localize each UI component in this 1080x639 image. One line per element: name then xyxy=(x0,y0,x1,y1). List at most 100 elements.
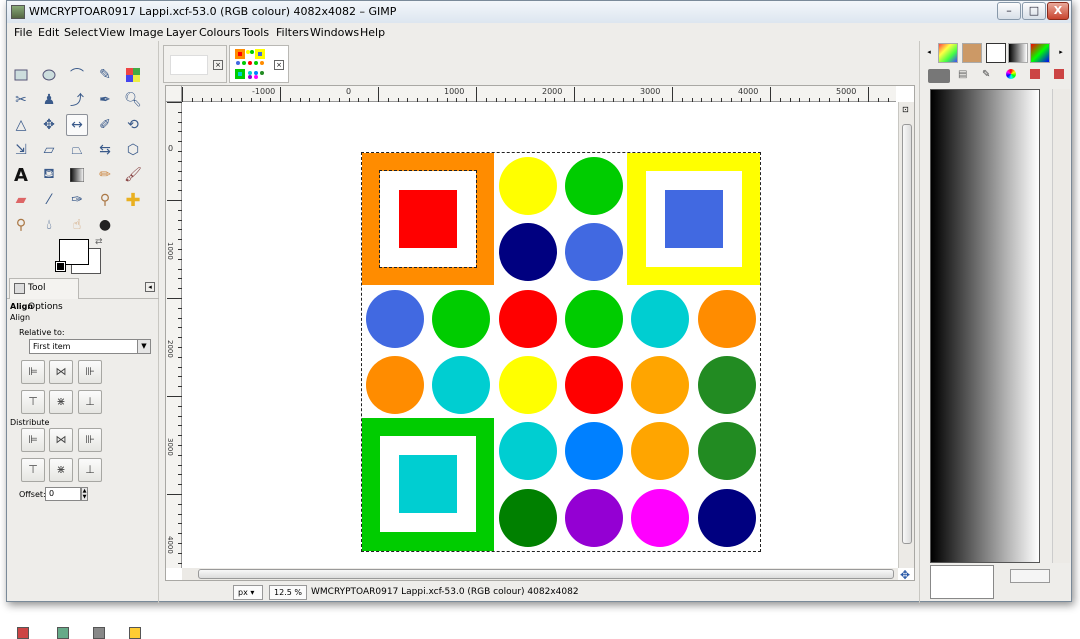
distribute-center-button[interactable]: ⋈ xyxy=(49,428,73,452)
eraser-tool-icon[interactable]: ▰ xyxy=(10,189,32,211)
rotate-tool-icon[interactable]: ⟲ xyxy=(122,114,144,136)
align-right-edge-button[interactable]: ⊪ xyxy=(78,360,102,384)
color-tab-icon[interactable] xyxy=(1006,69,1016,79)
dodge-burn-tool-icon[interactable]: ● xyxy=(94,214,116,236)
menu-help[interactable]: Help xyxy=(360,26,385,39)
horizontal-ruler[interactable]: -1000 0 1000 2000 3000 4000 5000 xyxy=(182,86,896,102)
palettes-tab-icon[interactable] xyxy=(1030,43,1050,63)
circle-shape[interactable] xyxy=(498,422,557,481)
circle-shape[interactable] xyxy=(564,223,623,282)
image-tab-2[interactable]: × xyxy=(229,45,289,83)
clone-tool-icon[interactable]: ⚲ xyxy=(94,189,116,211)
circle-shape[interactable] xyxy=(631,289,690,348)
align-left-edge-button[interactable]: ⊫ xyxy=(21,360,45,384)
circle-shape[interactable] xyxy=(432,289,491,348)
orange-square-frame[interactable] xyxy=(362,153,494,285)
circle-shape[interactable] xyxy=(564,289,623,348)
paths-tool-icon[interactable]: ⤴ xyxy=(66,89,88,111)
zoom-lock-icon[interactable]: ⊡ xyxy=(902,105,909,114)
rect-select-tool-icon[interactable] xyxy=(10,64,32,86)
circle-shape[interactable] xyxy=(697,422,756,481)
default-colors-icon[interactable] xyxy=(55,261,66,272)
align-top-edge-button[interactable]: ⊤ xyxy=(21,390,45,414)
menu-windows[interactable]: Windows xyxy=(310,26,359,39)
circle-shape[interactable] xyxy=(366,289,424,348)
vertical-scrollbar[interactable]: ⊡ xyxy=(898,102,914,568)
image-layer[interactable] xyxy=(361,152,761,552)
menu-edit[interactable]: Edit xyxy=(38,26,59,39)
blend-tool-icon[interactable] xyxy=(66,164,88,186)
flip-tool-icon[interactable]: ⇆ xyxy=(94,139,116,161)
circle-shape[interactable] xyxy=(564,488,623,547)
circle-shape[interactable] xyxy=(564,422,623,481)
brushes-tab-icon[interactable] xyxy=(962,43,982,63)
dock-action-button[interactable] xyxy=(1010,569,1050,583)
pencil-tool-icon[interactable]: ✏ xyxy=(94,164,116,186)
tab-close-icon[interactable]: × xyxy=(213,60,223,70)
vertical-ruler[interactable]: 0 1000 2000 3000 4000 xyxy=(166,102,182,568)
brush-tab-icon[interactable]: ✎ xyxy=(982,69,990,80)
measure-tool-icon[interactable]: △ xyxy=(10,114,32,136)
free-select-tool-icon[interactable]: ⌒ xyxy=(66,64,88,86)
swatch-tab-icon-2[interactable] xyxy=(1054,69,1064,79)
distribute-left-button[interactable]: ⊫ xyxy=(21,428,45,452)
circle-shape[interactable] xyxy=(498,157,557,215)
circle-shape[interactable] xyxy=(564,157,623,215)
canvas-area[interactable] xyxy=(182,102,898,568)
green-square-frame[interactable] xyxy=(362,418,494,551)
menu-colours[interactable]: Colours xyxy=(199,26,240,39)
scale-tool-icon[interactable]: ⇲ xyxy=(10,139,32,161)
circle-shape[interactable] xyxy=(432,355,491,414)
dock-right-arrow-icon[interactable]: ▸ xyxy=(1056,48,1066,58)
move-tool-icon[interactable]: ✥ xyxy=(38,114,60,136)
circle-shape[interactable] xyxy=(631,488,690,547)
text-tool-icon[interactable]: A xyxy=(10,164,32,186)
unit-selector[interactable]: px ▾ xyxy=(233,585,263,600)
circle-shape[interactable] xyxy=(697,355,756,414)
align-bottom-edge-button[interactable]: ⊥ xyxy=(78,390,102,414)
blur-tool-icon[interactable]: 💧︎ xyxy=(38,214,60,236)
zoom-selector[interactable]: 12.5 % xyxy=(269,585,307,600)
vertical-scroll-thumb[interactable] xyxy=(902,124,912,544)
distribute-top-button[interactable]: ⊤ xyxy=(21,458,45,482)
circle-shape[interactable] xyxy=(498,355,557,414)
ink-tool-icon[interactable]: ✑ xyxy=(66,189,88,211)
offset-input[interactable]: 0 xyxy=(45,487,81,501)
cage-transform-tool-icon[interactable]: ⬡ xyxy=(122,139,144,161)
shear-tool-icon[interactable]: ▱ xyxy=(38,139,60,161)
fg-bg-color-swatch[interactable]: ⇄ xyxy=(55,237,105,275)
circle-shape[interactable] xyxy=(498,488,557,547)
layers-tab-icon[interactable] xyxy=(986,43,1006,63)
circle-shape[interactable] xyxy=(366,355,424,414)
ruler-corner[interactable] xyxy=(166,86,182,102)
paintbrush-tool-icon[interactable]: 🖌︎ xyxy=(122,164,144,186)
align-middle-vertical-button[interactable]: ⋇ xyxy=(49,390,73,414)
yellow-square-frame[interactable] xyxy=(627,153,760,285)
dock-left-arrow-icon[interactable]: ◂ xyxy=(924,48,934,58)
airbrush-tool-icon[interactable]: ⁄ xyxy=(38,189,60,211)
maximize-button[interactable]: □ xyxy=(1022,2,1046,20)
relative-to-dropdown[interactable]: First item ▼ xyxy=(29,339,151,354)
horizontal-scroll-thumb[interactable] xyxy=(198,569,894,579)
patterns-tab-icon[interactable] xyxy=(938,43,958,63)
gradients-tab-icon[interactable] xyxy=(1008,43,1028,63)
swap-colors-icon[interactable]: ⇄ xyxy=(95,237,103,247)
tab-close-icon[interactable]: × xyxy=(274,60,284,70)
gradient-preview[interactable] xyxy=(930,89,1040,563)
menu-image[interactable]: Image xyxy=(129,26,163,39)
circle-shape[interactable] xyxy=(564,355,623,414)
circle-shape[interactable] xyxy=(498,289,557,348)
horizontal-scrollbar[interactable] xyxy=(182,568,898,580)
circle-shape[interactable] xyxy=(697,289,756,348)
printer-tab-icon[interactable]: ▤ xyxy=(958,69,967,80)
save-options-icon[interactable] xyxy=(17,627,29,639)
offset-spinner[interactable]: ▲ ▼ xyxy=(81,487,88,501)
distribute-right-button[interactable]: ⊪ xyxy=(78,428,102,452)
tool-options-tab[interactable]: Tool Options xyxy=(9,278,79,312)
ellipse-select-tool-icon[interactable] xyxy=(38,64,60,86)
restore-options-icon[interactable] xyxy=(57,627,69,639)
image-tab-1[interactable]: × xyxy=(163,45,227,83)
close-button[interactable]: X xyxy=(1047,2,1069,20)
foreground-select-tool-icon[interactable]: ♟ xyxy=(38,89,60,111)
fuzzy-select-tool-icon[interactable]: ✎ xyxy=(94,64,116,86)
